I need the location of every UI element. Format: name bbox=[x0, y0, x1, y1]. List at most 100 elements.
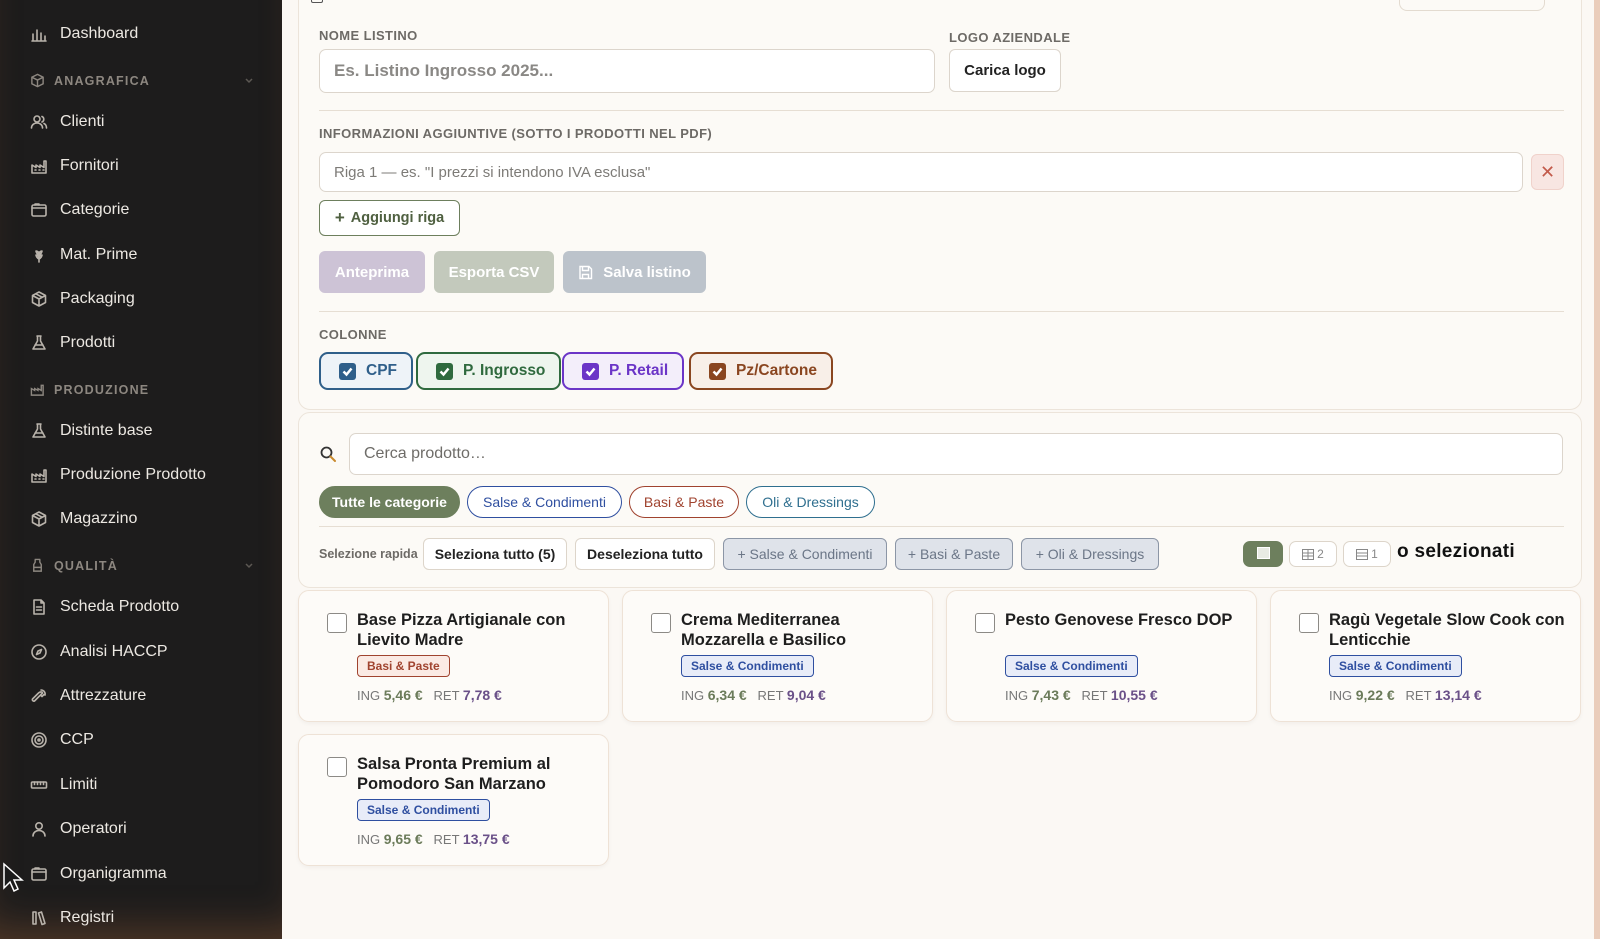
deselect-all-button[interactable]: Deseleziona tutto bbox=[575, 538, 715, 570]
nome-listino-label: NOME LISTINO bbox=[319, 28, 418, 43]
product-checkbox[interactable] bbox=[327, 757, 347, 777]
sidebar-item-mat-prime[interactable]: Mat. Prime bbox=[0, 236, 282, 274]
ing-price: 7,43 € bbox=[1031, 687, 1071, 703]
column-toggle-cpf[interactable]: CPF bbox=[319, 352, 413, 390]
column-toggle-p-retail[interactable]: P. Retail bbox=[562, 352, 685, 390]
checkbox-partial[interactable] bbox=[311, 0, 323, 3]
sidebar-item-analisi-haccp[interactable]: Analisi HACCP bbox=[0, 633, 282, 671]
sidebar-section-qualita[interactable]: QUALITÀ bbox=[0, 553, 282, 579]
sidebar-item-dashboard[interactable]: Dashboard bbox=[0, 15, 282, 53]
nome-listino-placeholder: Es. Listino Ingrosso 2025... bbox=[334, 61, 554, 80]
view-list-button[interactable]: 1 bbox=[1343, 541, 1391, 567]
top-right-button-edge[interactable] bbox=[1399, 0, 1545, 11]
category-filter-oli[interactable]: Oli & Dressings bbox=[746, 486, 875, 518]
product-filter-card: Cerca prodotto… Tutte le categorie Salse… bbox=[298, 412, 1582, 588]
bar-chart-icon bbox=[30, 25, 48, 43]
sidebar-item-ccp[interactable]: CCP bbox=[0, 721, 282, 759]
view-grid-2-button[interactable]: 2 bbox=[1289, 541, 1337, 567]
product-checkbox[interactable] bbox=[975, 613, 995, 633]
sidebar-item-label: Registri bbox=[60, 909, 115, 926]
box-icon bbox=[30, 290, 48, 308]
sidebar-item-magazzino[interactable]: Magazzino bbox=[0, 500, 282, 538]
product-card[interactable]: Base Pizza Artigianale con Lievito Madre… bbox=[298, 590, 609, 722]
product-checkbox[interactable] bbox=[651, 613, 671, 633]
column-toggle-label: CPF bbox=[366, 362, 397, 379]
aggiungi-riga-label: Aggiungi riga bbox=[350, 210, 445, 226]
quick-add-oli-button[interactable]: + Oli & Dressings bbox=[1021, 538, 1159, 570]
ing-price: 9,65 € bbox=[383, 831, 423, 847]
sidebar-item-produzione-prodotto[interactable]: Produzione Prodotto bbox=[0, 456, 282, 494]
sidebar-item-limiti[interactable]: Limiti bbox=[0, 766, 282, 804]
sidebar-item-label: Prodotti bbox=[60, 334, 116, 351]
product-checkbox[interactable] bbox=[327, 613, 347, 633]
category-filter-label: Tutte le categorie bbox=[332, 494, 447, 510]
sidebar-item-distinte-base[interactable]: Distinte base bbox=[0, 412, 282, 450]
quick-add-basi-button[interactable]: + Basi & Paste bbox=[895, 538, 1013, 570]
sidebar-item-fornitori[interactable]: Fornitori bbox=[0, 147, 282, 185]
carica-logo-button[interactable]: Carica logo bbox=[949, 49, 1061, 92]
sidebar-item-label: Fornitori bbox=[60, 157, 119, 174]
esporta-csv-button[interactable]: Esporta CSV bbox=[434, 251, 554, 293]
sidebar-item-attrezzature[interactable]: Attrezzature bbox=[0, 677, 282, 715]
flask-icon bbox=[30, 334, 48, 352]
category-filter-all[interactable]: Tutte le categorie bbox=[319, 486, 460, 518]
factory-icon bbox=[30, 466, 48, 484]
sidebar-section-label: ANAGRAFICA bbox=[54, 74, 151, 88]
sidebar-item-label: Magazzino bbox=[60, 510, 138, 527]
box-icon bbox=[30, 510, 48, 528]
sidebar-item-label: Mat. Prime bbox=[60, 246, 138, 263]
sidebar-item-label: Categorie bbox=[60, 201, 130, 218]
grid-2-icon bbox=[1302, 548, 1315, 560]
info-riga-1-input[interactable]: Riga 1 — es. "I prezzi si intendono IVA … bbox=[319, 152, 1523, 192]
product-card[interactable]: Ragù Vegetale Slow Cook con Lenticchie S… bbox=[1270, 590, 1581, 722]
ing-label: ING bbox=[357, 688, 381, 703]
product-card[interactable]: Salsa Pronta Premium al Pomodoro San Mar… bbox=[298, 734, 609, 866]
category-filter-salse[interactable]: Salse & Condimenti bbox=[467, 486, 622, 518]
sidebar-item-scheda-prodotto[interactable]: Scheda Prodotto bbox=[0, 588, 282, 626]
sidebar-item-label: Analisi HACCP bbox=[60, 643, 168, 660]
aggiungi-riga-button[interactable]: + Aggiungi riga bbox=[319, 200, 460, 236]
deselect-all-label: Deseleziona tutto bbox=[587, 546, 703, 562]
sidebar-item-prodotti[interactable]: Prodotti bbox=[0, 324, 282, 362]
nome-listino-input[interactable]: Es. Listino Ingrosso 2025... bbox=[319, 49, 935, 93]
column-toggle-pz-cartone[interactable]: Pz/Cartone bbox=[689, 352, 833, 390]
sidebar-item-operatori[interactable]: Operatori bbox=[0, 810, 282, 848]
sidebar-item-label: Operatori bbox=[60, 820, 127, 837]
chevron-down-icon bbox=[244, 74, 256, 86]
select-all-button[interactable]: Seleziona tutto (5) bbox=[423, 538, 567, 570]
column-toggle-p-ingrosso[interactable]: P. Ingrosso bbox=[416, 352, 562, 390]
product-prices: ING 5,46 € RET 7,78 € bbox=[357, 687, 502, 703]
selected-count-text: o selezionati bbox=[1397, 541, 1515, 562]
product-card[interactable]: Pesto Genovese Fresco DOP Salse & Condim… bbox=[946, 590, 1257, 722]
quick-add-salse-button[interactable]: + Salse & Condimenti bbox=[723, 538, 887, 570]
view-grid-4-button[interactable] bbox=[1243, 541, 1283, 567]
sidebar-item-label: CCP bbox=[60, 731, 94, 748]
remove-row-button[interactable]: ✕ bbox=[1531, 154, 1564, 190]
search-input[interactable]: Cerca prodotto… bbox=[349, 433, 1563, 475]
sidebar-item-label: Produzione Prodotto bbox=[60, 466, 206, 483]
sidebar-item-clienti[interactable]: Clienti bbox=[0, 103, 282, 141]
product-prices: ING 9,65 € RET 13,75 € bbox=[357, 831, 510, 847]
ret-price: 13,75 € bbox=[462, 831, 510, 847]
ing-label: ING bbox=[1005, 688, 1029, 703]
salva-listino-button[interactable]: Salva listino bbox=[563, 251, 706, 293]
sidebar-item-packaging[interactable]: Packaging bbox=[0, 280, 282, 318]
ret-label: RET bbox=[433, 688, 460, 703]
save-icon bbox=[578, 265, 593, 280]
sidebar-item-label: Clienti bbox=[60, 113, 105, 130]
user-icon bbox=[30, 820, 48, 838]
sidebar-item-organigramma[interactable]: Organigramma bbox=[0, 855, 282, 893]
product-card[interactable]: Crema Mediterranea Mozzarella e Basilico… bbox=[622, 590, 933, 722]
anteprima-button[interactable]: Anteprima bbox=[319, 251, 425, 293]
sidebar-section-anagrafica[interactable]: ANAGRAFICA bbox=[0, 68, 282, 94]
sidebar-item-label: Scheda Prodotto bbox=[60, 598, 180, 615]
product-checkbox[interactable] bbox=[1299, 613, 1319, 633]
category-filter-basi[interactable]: Basi & Paste bbox=[629, 486, 739, 518]
sidebar-item-categorie[interactable]: Categorie bbox=[0, 191, 282, 229]
product-prices: ING 7,43 € RET 10,55 € bbox=[1005, 687, 1158, 703]
sidebar-section-produzione[interactable]: PRODUZIONE bbox=[0, 377, 282, 403]
sidebar-item-registri[interactable]: Registri bbox=[0, 899, 282, 937]
quick-add-label: + Salse & Condimenti bbox=[737, 546, 873, 562]
sidebar: Dashboard ANAGRAFICA Clienti Fornitori C… bbox=[0, 0, 282, 939]
search-placeholder: Cerca prodotto… bbox=[364, 445, 486, 462]
